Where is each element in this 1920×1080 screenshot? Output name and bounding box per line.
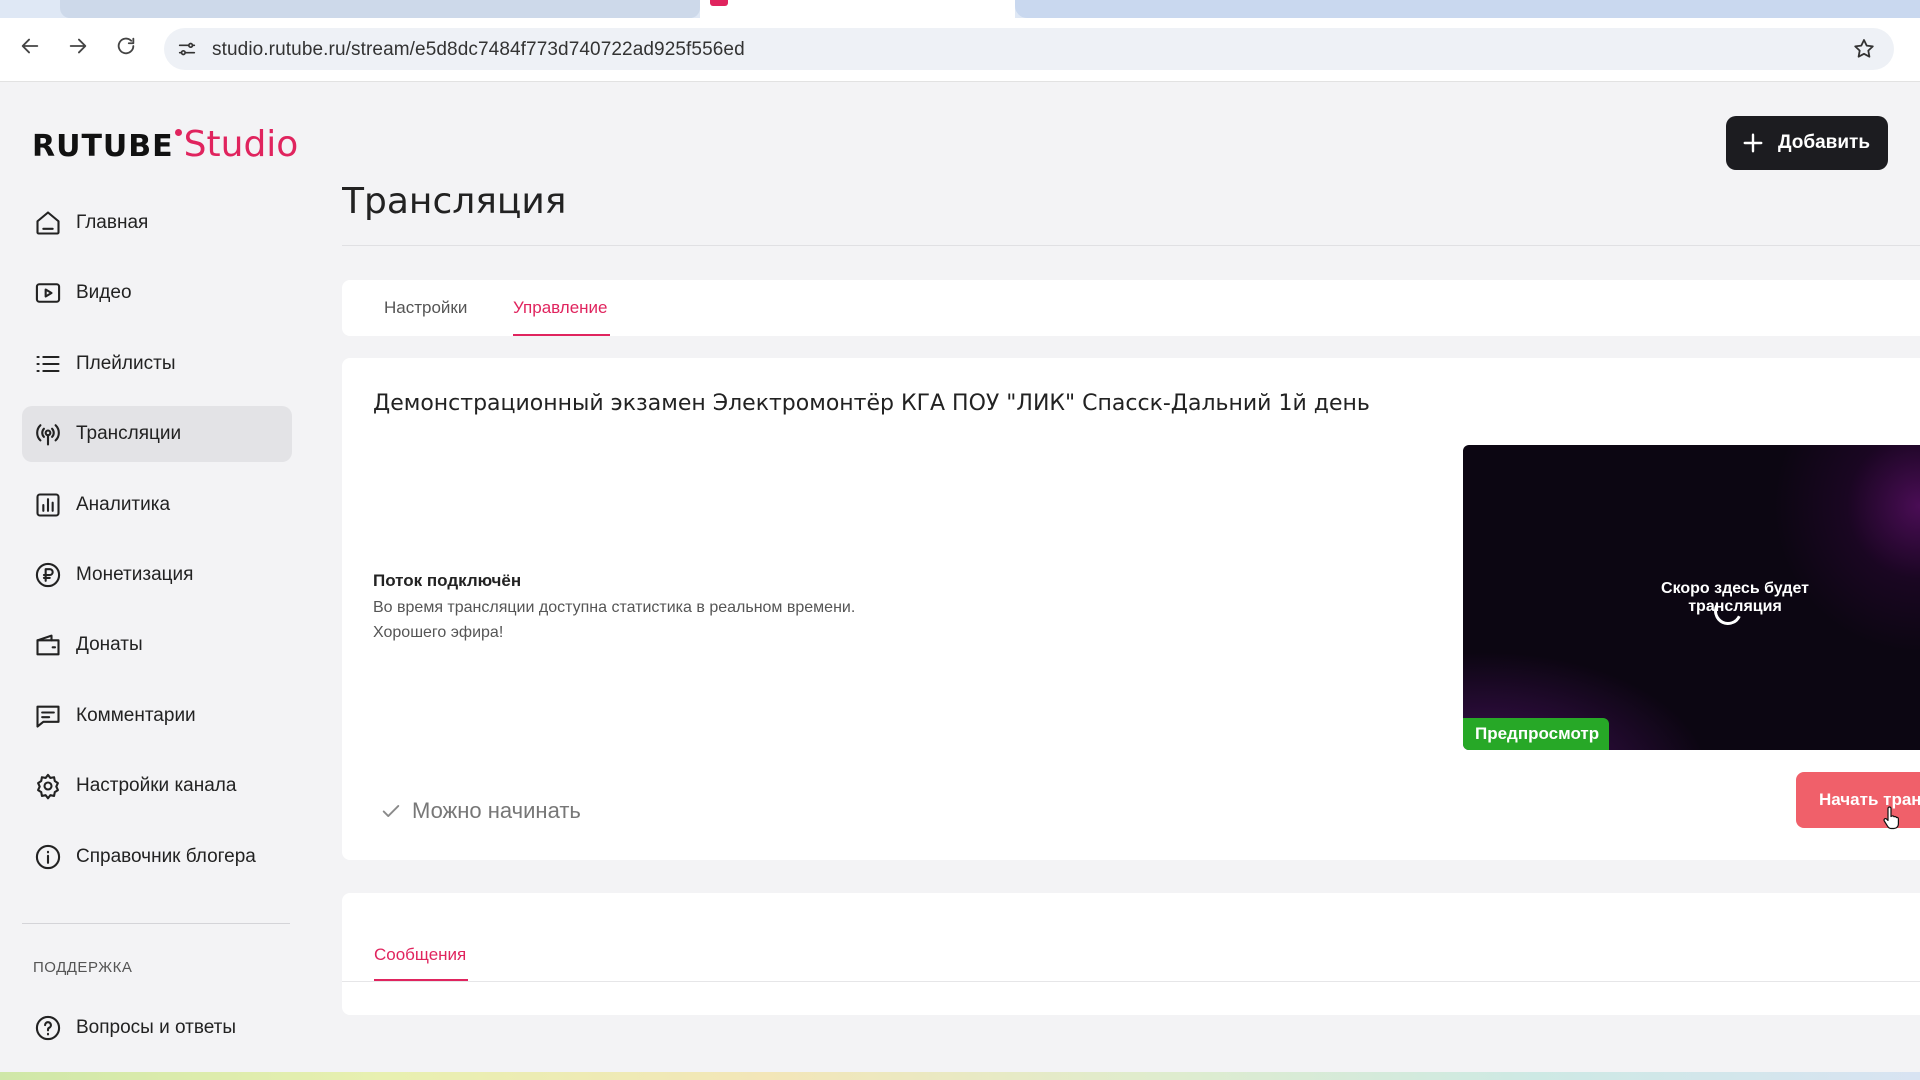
bottom-gradient-strip (0, 1072, 1920, 1080)
rutube-favicon-icon (710, 0, 728, 6)
wallet-icon (34, 631, 62, 659)
reload-button[interactable] (108, 30, 144, 66)
info-icon (34, 843, 62, 871)
plus-icon (1742, 132, 1764, 154)
messages-card (342, 893, 1920, 1015)
sidebar-item-label: Аналитика (76, 493, 171, 515)
ready-status: Можно начинать (380, 798, 581, 824)
sidebar-item-label: Донаты (76, 634, 143, 656)
sidebar-item-label: Справочник блогера (76, 845, 256, 867)
sidebar-nav: Главная Видео Плейлисты Трансляции Анали… (22, 195, 292, 899)
sidebar-item-comments[interactable]: Комментарии (22, 688, 292, 744)
add-button[interactable]: Добавить (1726, 116, 1888, 170)
browser-tabstrip (0, 0, 1920, 18)
sidebar-item-donations[interactable]: Донаты (22, 617, 292, 673)
sidebar-item-home[interactable]: Главная (22, 195, 292, 251)
title-divider (342, 245, 1920, 246)
tabs-bar: Настройки Управление (342, 280, 1920, 336)
arrow-left-icon (19, 35, 41, 62)
comment-icon (34, 702, 62, 730)
sidebar-item-label: Комментарии (76, 704, 196, 726)
messages-divider (342, 981, 1920, 982)
sidebar-item-channel-settings[interactable]: Настройки канала (22, 758, 292, 814)
stream-title: Демонстрационный экзамен Электромонтёр К… (373, 391, 1370, 416)
logo-rutube-text: RUTUBE (32, 129, 174, 164)
stream-status-line: Хорошего эфира! (373, 624, 504, 641)
sidebar-item-broadcasts[interactable]: Трансляции (22, 406, 292, 463)
arrow-right-icon (67, 35, 89, 62)
sidebar-divider (22, 923, 290, 924)
tab-management[interactable]: Управление (513, 298, 608, 318)
bookmark-star-icon[interactable] (1852, 37, 1876, 61)
browser-tab-background[interactable] (1015, 0, 1920, 18)
sidebar-item-label: Монетизация (76, 563, 194, 585)
tab-messages[interactable]: Сообщения (374, 945, 466, 965)
broadcast-icon (34, 420, 62, 448)
sidebar-item-video[interactable]: Видео (22, 265, 292, 321)
messages-tab-indicator (374, 979, 468, 981)
address-bar[interactable]: studio.rutube.ru/stream/e5d8dc7484f773d7… (164, 28, 1894, 70)
rutube-studio-logo[interactable]: RUTUBE Studio (32, 124, 299, 165)
site-settings-icon[interactable] (176, 38, 198, 60)
sidebar-item-blogger-guide[interactable]: Справочник блогера (22, 829, 292, 885)
hand-cursor-icon (1882, 806, 1900, 830)
add-button-label: Добавить (1778, 132, 1871, 153)
preview-badge: Предпросмотр (1463, 718, 1609, 750)
support-section-label: ПОДДЕРЖКА (33, 959, 133, 976)
reload-icon (115, 35, 137, 62)
sidebar-item-monetization[interactable]: Монетизация (22, 547, 292, 603)
stream-status-line: Во время трансляции доступна статистика … (373, 599, 856, 616)
question-icon (34, 1014, 62, 1042)
sidebar-item-label: Плейлисты (76, 352, 176, 374)
sidebar-item-playlists[interactable]: Плейлисты (22, 336, 292, 392)
logo-dot (174, 129, 182, 136)
ruble-icon (34, 561, 62, 589)
browser-toolbar: studio.rutube.ru/stream/e5d8dc7484f773d7… (0, 18, 1920, 82)
sidebar-item-label: Настройки канала (76, 775, 237, 797)
logo-studio-text: Studio (183, 124, 299, 165)
browser-tab-inactive[interactable] (60, 0, 700, 18)
list-icon (34, 350, 62, 378)
tab-settings[interactable]: Настройки (384, 298, 467, 318)
sidebar-item-faq[interactable]: Вопросы и ответы (22, 1000, 292, 1056)
gear-icon (34, 772, 62, 800)
stream-status-heading: Поток подключён (373, 571, 522, 590)
forward-button[interactable] (60, 30, 96, 66)
sidebar-item-analytics[interactable]: Аналитика (22, 477, 292, 533)
sidebar-item-label: Трансляции (76, 423, 182, 445)
browser-tab-active[interactable] (700, 0, 1015, 18)
video-icon (34, 279, 62, 307)
home-icon (34, 209, 62, 237)
sidebar-faq-container: Вопросы и ответы (22, 1000, 292, 1070)
sidebar-item-label: Главная (76, 212, 149, 233)
back-button[interactable] (12, 30, 48, 66)
page-title: Трансляция (342, 181, 567, 220)
start-broadcast-button[interactable]: Начать трансляцию (1796, 772, 1920, 828)
active-tab-indicator (513, 334, 610, 336)
ready-status-label: Можно начинать (412, 798, 581, 823)
sidebar-item-label: Вопросы и ответы (76, 1017, 237, 1038)
check-icon (380, 800, 402, 822)
sidebar-item-label: Видео (76, 282, 132, 304)
chart-icon (34, 491, 62, 519)
url-text[interactable]: studio.rutube.ru/stream/e5d8dc7484f773d7… (212, 39, 745, 61)
